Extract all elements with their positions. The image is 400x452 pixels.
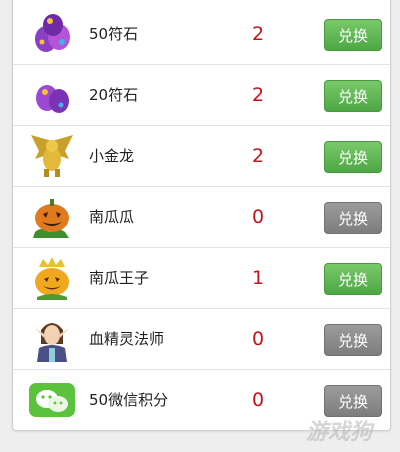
item-count: 2 <box>251 145 265 167</box>
item-count: 0 <box>251 389 265 411</box>
item-name: 20符石 <box>89 86 139 104</box>
list-item: 南瓜瓜 0 兑换 <box>13 187 390 248</box>
item-name: 南瓜王子 <box>89 269 150 287</box>
exchange-button[interactable]: 兑换 <box>324 141 382 173</box>
item-count: 0 <box>251 328 265 350</box>
item-name: 血精灵法师 <box>89 330 165 348</box>
item-count: 1 <box>251 267 265 289</box>
item-count: 2 <box>251 23 265 45</box>
exchange-button[interactable]: 兑换 <box>324 19 382 51</box>
list-item: 20符石 2 兑换 <box>13 65 390 126</box>
pumpkin-prince-icon <box>27 253 77 303</box>
list-item: 南瓜王子 1 兑换 <box>13 248 390 309</box>
wechat-icon <box>27 375 77 425</box>
exchange-button[interactable]: 兑换 <box>324 80 382 112</box>
exchange-button[interactable]: 兑换 <box>324 202 382 234</box>
purple-egg-pair-icon <box>27 70 77 120</box>
watermark-logo: 游戏狗 <box>305 420 372 445</box>
list-item: 小金龙 2 兑换 <box>13 126 390 187</box>
blood-elf-mage-icon <box>27 314 77 364</box>
item-name: 小金龙 <box>89 147 135 165</box>
exchange-list-panel: 50符石 2 兑换 20符石 2 兑换 小金龙 2 兑换 南瓜瓜 0 兑换 南瓜… <box>12 0 391 431</box>
exchange-button[interactable]: 兑换 <box>324 324 382 356</box>
purple-egg-cluster-icon <box>27 9 77 59</box>
item-count: 2 <box>251 84 265 106</box>
exchange-button[interactable]: 兑换 <box>324 263 382 295</box>
exchange-button[interactable]: 兑换 <box>324 385 382 417</box>
item-name: 50符石 <box>89 25 139 43</box>
item-name: 南瓜瓜 <box>89 208 135 226</box>
list-item: 50符石 2 兑换 <box>13 4 390 65</box>
golden-dragon-icon <box>27 131 77 181</box>
pumpkin-icon <box>27 192 77 242</box>
item-name: 50微信积分 <box>89 391 169 409</box>
list-item: 血精灵法师 0 兑换 <box>13 309 390 370</box>
item-count: 0 <box>251 206 265 228</box>
